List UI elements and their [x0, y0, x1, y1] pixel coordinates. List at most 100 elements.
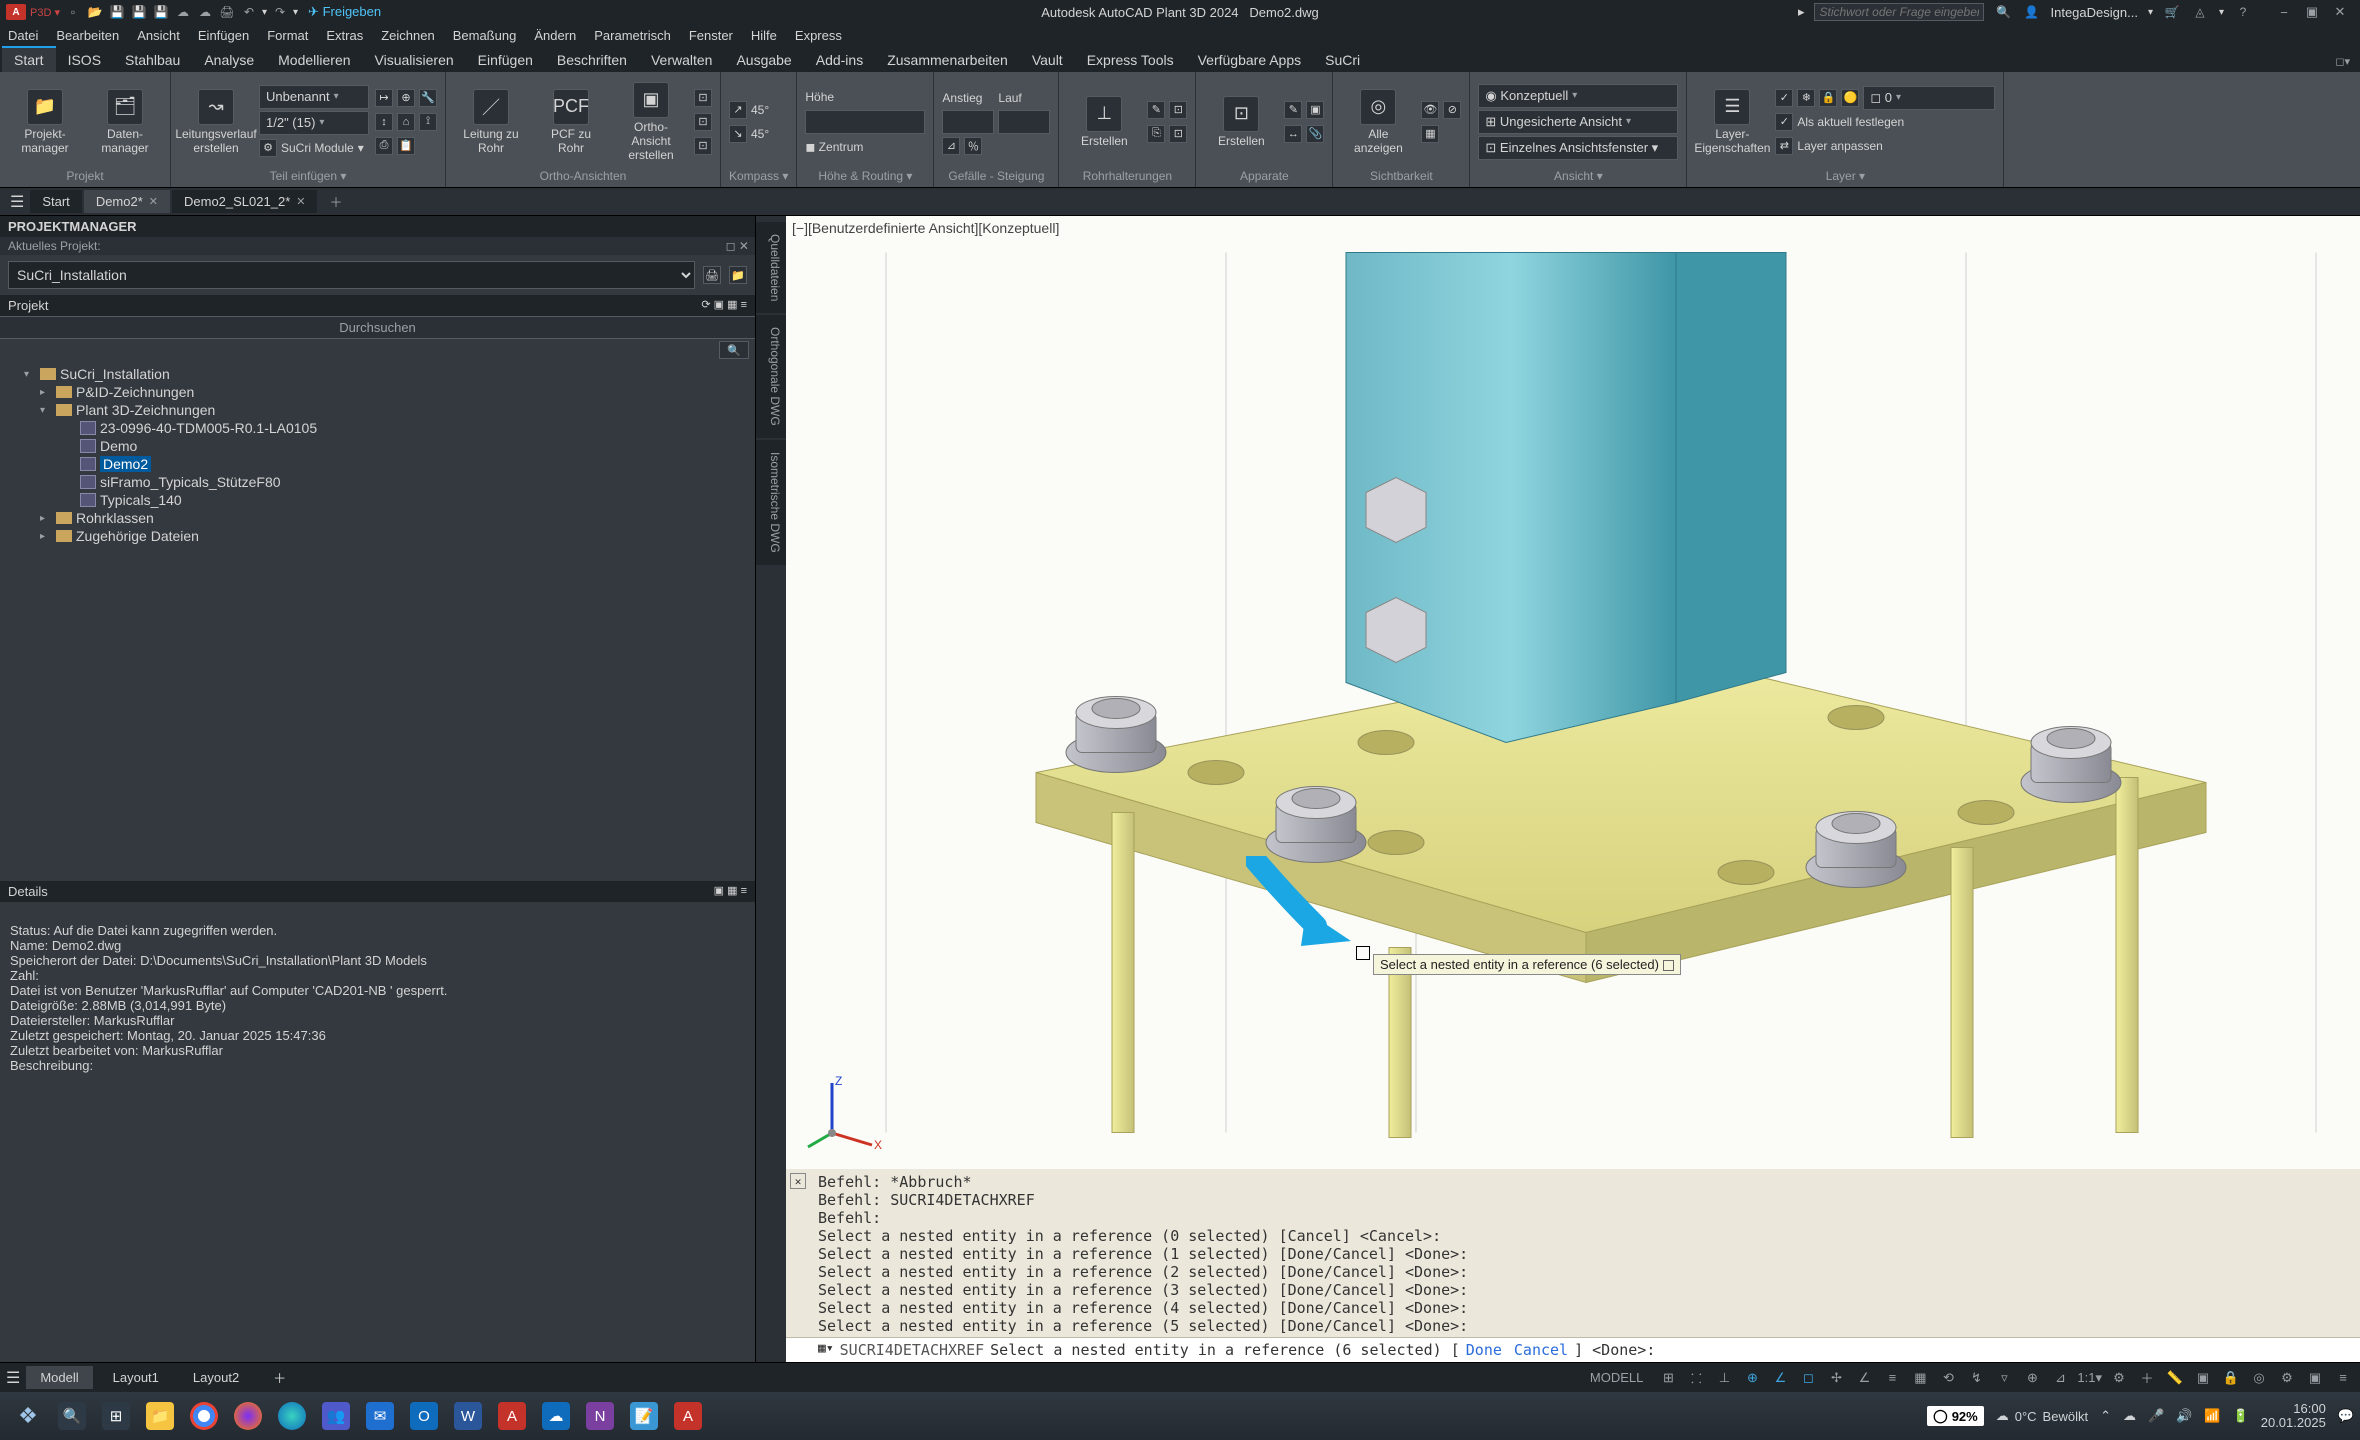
filter-icon[interactable]: ▿: [1993, 1367, 2015, 1389]
tree-file-demo2[interactable]: Demo2: [0, 455, 755, 473]
menu-bearbeiten[interactable]: Bearbeiten: [56, 28, 119, 43]
menu-express[interactable]: Express: [795, 28, 842, 43]
hoehe-input[interactable]: [805, 110, 925, 134]
vtab-ortho[interactable]: Orthogonale DWG: [756, 315, 786, 438]
tree-plant3d[interactable]: ▾Plant 3D-Zeichnungen: [0, 401, 755, 419]
tab-sucri[interactable]: SuCri: [1313, 48, 1372, 72]
redo-icon[interactable]: ↷: [271, 3, 289, 21]
tree-file-0996[interactable]: 23-0996-40-TDM005-R0.1-LA0105: [0, 419, 755, 437]
tab-addins[interactable]: Add-ins: [804, 48, 875, 72]
layout-menu-icon[interactable]: ☰: [6, 1368, 20, 1388]
chrome-icon[interactable]: [182, 1396, 226, 1436]
help-search-input[interactable]: [1814, 3, 1984, 21]
tab-analyse[interactable]: Analyse: [192, 48, 266, 72]
autocad-icon[interactable]: A: [490, 1396, 534, 1436]
saveas-icon[interactable]: 💾: [130, 3, 148, 21]
tree-pid[interactable]: ▸P&ID-Zeichnungen: [0, 383, 755, 401]
3dosnap-icon[interactable]: ✢: [1825, 1367, 1847, 1389]
pm-browse[interactable]: Durchsuchen: [0, 316, 755, 339]
thunderbird-icon[interactable]: ✉: [358, 1396, 402, 1436]
modeltab-layout2[interactable]: Layout2: [179, 1366, 253, 1389]
cloud-open-icon[interactable]: ☁: [174, 3, 192, 21]
polar-icon[interactable]: ⊕: [1741, 1367, 1763, 1389]
volume-tray-icon[interactable]: 🔊: [2176, 1408, 2192, 1424]
dynducs-icon[interactable]: ↯: [1965, 1367, 1987, 1389]
close-icon[interactable]: ✕: [296, 195, 305, 208]
search-icon[interactable]: 🔍: [1994, 3, 2012, 21]
tree-root[interactable]: ▾SuCri_Installation: [0, 365, 755, 383]
menu-format[interactable]: Format: [267, 28, 308, 43]
otrack-icon[interactable]: ∠: [1853, 1367, 1875, 1389]
cloud-save-icon[interactable]: ☁: [196, 3, 214, 21]
pcf-zu-rohr-button[interactable]: PCFPCF zu Rohr: [534, 89, 608, 155]
current-layer-dropdown[interactable]: ◻ 0▾: [1863, 86, 1995, 110]
project-select[interactable]: SuCri_Installation: [8, 261, 695, 289]
ortho-erstellen-button[interactable]: ▣Ortho- Ansicht erstellen: [614, 82, 688, 162]
saveall-icon[interactable]: 💾: [152, 3, 170, 21]
tab-vault[interactable]: Vault: [1020, 48, 1075, 72]
leitung-zu-rohr-button[interactable]: ／Leitung zu Rohr: [454, 89, 528, 155]
close-icon[interactable]: ✕: [790, 1173, 806, 1189]
viewport-dropdown[interactable]: ⊡ Einzelnes Ansichtsfenster ▾: [1478, 136, 1678, 160]
workspace-icon[interactable]: ⚙: [2108, 1367, 2130, 1389]
menu-ansicht[interactable]: Ansicht: [137, 28, 180, 43]
visual-style-dropdown[interactable]: ◉ Konzeptuell▾: [1478, 84, 1678, 108]
tree-file-siframo[interactable]: siFramo_Typicals_StützeF80: [0, 473, 755, 491]
transparency-icon[interactable]: ▦: [1909, 1367, 1931, 1389]
word-icon[interactable]: W: [446, 1396, 490, 1436]
add-layout-button[interactable]: ＋: [259, 1364, 300, 1391]
isoplane-icon[interactable]: ∠: [1769, 1367, 1791, 1389]
cleanscreen-icon[interactable]: ▣: [2304, 1367, 2326, 1389]
modeltab-layout1[interactable]: Layout1: [99, 1366, 173, 1389]
search-button[interactable]: 🔍: [50, 1396, 94, 1436]
system-clock[interactable]: 16:00 20.01.2025: [2261, 1402, 2326, 1431]
tab-beschriften[interactable]: Beschriften: [545, 48, 639, 72]
taskview-button[interactable]: ⊞: [94, 1396, 138, 1436]
onedrive-tray-icon[interactable]: ☁: [2123, 1408, 2136, 1424]
onenote-icon[interactable]: N: [578, 1396, 622, 1436]
projektmanager-button[interactable]: 📁Projekt- manager: [8, 89, 82, 155]
command-history[interactable]: ✕Befehl: *Abbruch* Befehl: SUCRI4DETACHX…: [786, 1169, 2360, 1337]
print-icon[interactable]: 🖨: [703, 266, 721, 284]
menu-zeichnen[interactable]: Zeichnen: [381, 28, 434, 43]
hwa-icon[interactable]: ⚙: [2276, 1367, 2298, 1389]
network-tray-icon[interactable]: 📶: [2204, 1408, 2220, 1424]
doctab-menu-icon[interactable]: ☰: [4, 192, 30, 212]
datenmanager-button[interactable]: 🗂Daten- manager: [88, 89, 162, 155]
cart-icon[interactable]: 🛒: [2163, 3, 2181, 21]
outlook-icon[interactable]: O: [402, 1396, 446, 1436]
customize-icon[interactable]: ≡: [2332, 1367, 2354, 1389]
tree-zugehoerige[interactable]: ▸Zugehörige Dateien: [0, 527, 755, 545]
tab-start[interactable]: Start: [2, 46, 56, 72]
size-dropdown[interactable]: 1/2" (15)▾: [259, 111, 369, 135]
restore-button[interactable]: ▣: [2298, 2, 2326, 22]
command-input[interactable]: ▦▾ SUCRI4DETACHXREF Select a nested enti…: [786, 1337, 2360, 1362]
lock-ui-icon[interactable]: 🔒: [2220, 1367, 2242, 1389]
layer-eigenschaften-button[interactable]: ☰Layer- Eigenschaften: [1695, 89, 1769, 155]
tree-file-typicals[interactable]: Typicals_140: [0, 491, 755, 509]
tab-visualisieren[interactable]: Visualisieren: [363, 48, 466, 72]
modeltab-modell[interactable]: Modell: [26, 1366, 92, 1389]
weather-widget[interactable]: ☁0°CBewölkt: [1996, 1408, 2088, 1424]
ortho-icon[interactable]: ⊥: [1713, 1367, 1735, 1389]
tray-chevron-icon[interactable]: ⌃: [2100, 1408, 2111, 1424]
doctab-start[interactable]: Start: [30, 190, 81, 213]
snap-icon[interactable]: ⸬: [1685, 1367, 1707, 1389]
help-icon[interactable]: ?: [2234, 3, 2252, 21]
menu-aendern[interactable]: Ändern: [534, 28, 576, 43]
display-scale-indicator[interactable]: ◯ 92%: [1927, 1406, 1984, 1426]
gizmo-icon[interactable]: ⊕: [2021, 1367, 2043, 1389]
onedrive-icon[interactable]: ☁: [534, 1396, 578, 1436]
open-icon[interactable]: 📂: [86, 3, 104, 21]
grid-icon[interactable]: ⊞: [1657, 1367, 1679, 1389]
menu-einfuegen[interactable]: Einfügen: [198, 28, 249, 43]
tab-einfuegen[interactable]: Einfügen: [466, 48, 545, 72]
ribbon-collapse-icon[interactable]: ◻▾: [2327, 51, 2358, 72]
autocad2-icon[interactable]: A: [666, 1396, 710, 1436]
vtab-iso[interactable]: Isometrische DWG: [756, 440, 786, 565]
menu-extras[interactable]: Extras: [326, 28, 363, 43]
units-icon[interactable]: 📏: [2164, 1367, 2186, 1389]
close-icon[interactable]: ✕: [149, 195, 158, 208]
rohrhalterung-erstellen-button[interactable]: ⊥Erstellen: [1067, 96, 1141, 148]
annotation-scale-dropdown[interactable]: 1:1▾: [2077, 1367, 2102, 1389]
